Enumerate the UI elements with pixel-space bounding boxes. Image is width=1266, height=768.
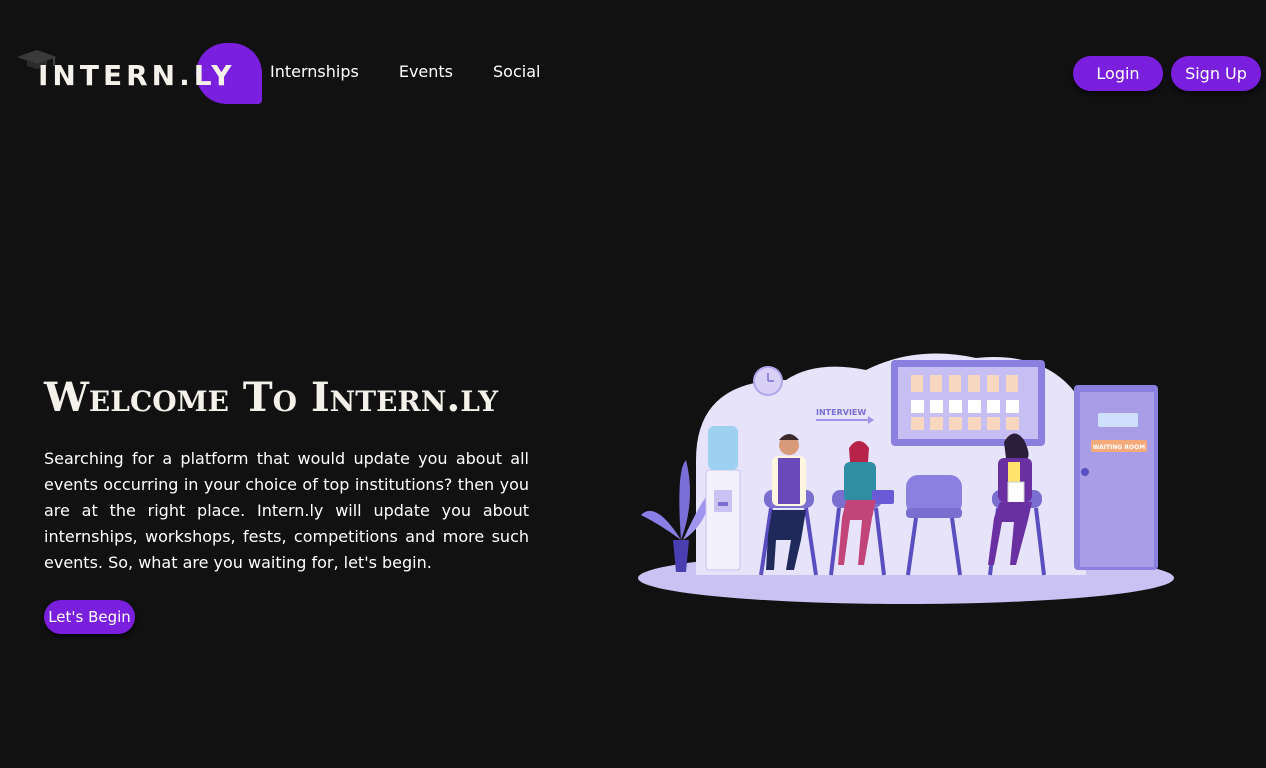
schedule-board xyxy=(891,360,1045,446)
hero-title: Welcome To Intern.ly xyxy=(44,374,499,421)
nav-link-social[interactable]: Social xyxy=(493,62,540,81)
interview-sign: INTERVIEW xyxy=(816,408,866,417)
logo-wordmark: INTERN.LY xyxy=(38,59,236,92)
hero-description: Searching for a platform that would upda… xyxy=(44,449,529,572)
waiting-room-illustration: INTERVIEW WAITING ROOM xyxy=(636,340,1181,610)
logo[interactable]: INTERN.LY xyxy=(16,42,262,104)
login-button[interactable]: Login xyxy=(1073,56,1163,91)
nav-link-internships[interactable]: Internships xyxy=(270,62,359,81)
door-icon: WAITING ROOM xyxy=(1074,385,1158,570)
waiting-room-sign: WAITING ROOM xyxy=(1093,444,1145,451)
nav-link-events[interactable]: Events xyxy=(399,62,453,81)
clock-icon xyxy=(753,366,783,396)
main-nav: Internships Events Social xyxy=(270,62,540,81)
signup-button[interactable]: Sign Up xyxy=(1171,56,1261,91)
water-cooler-icon xyxy=(705,426,741,571)
lets-begin-button[interactable]: Let's Begin xyxy=(44,600,135,634)
